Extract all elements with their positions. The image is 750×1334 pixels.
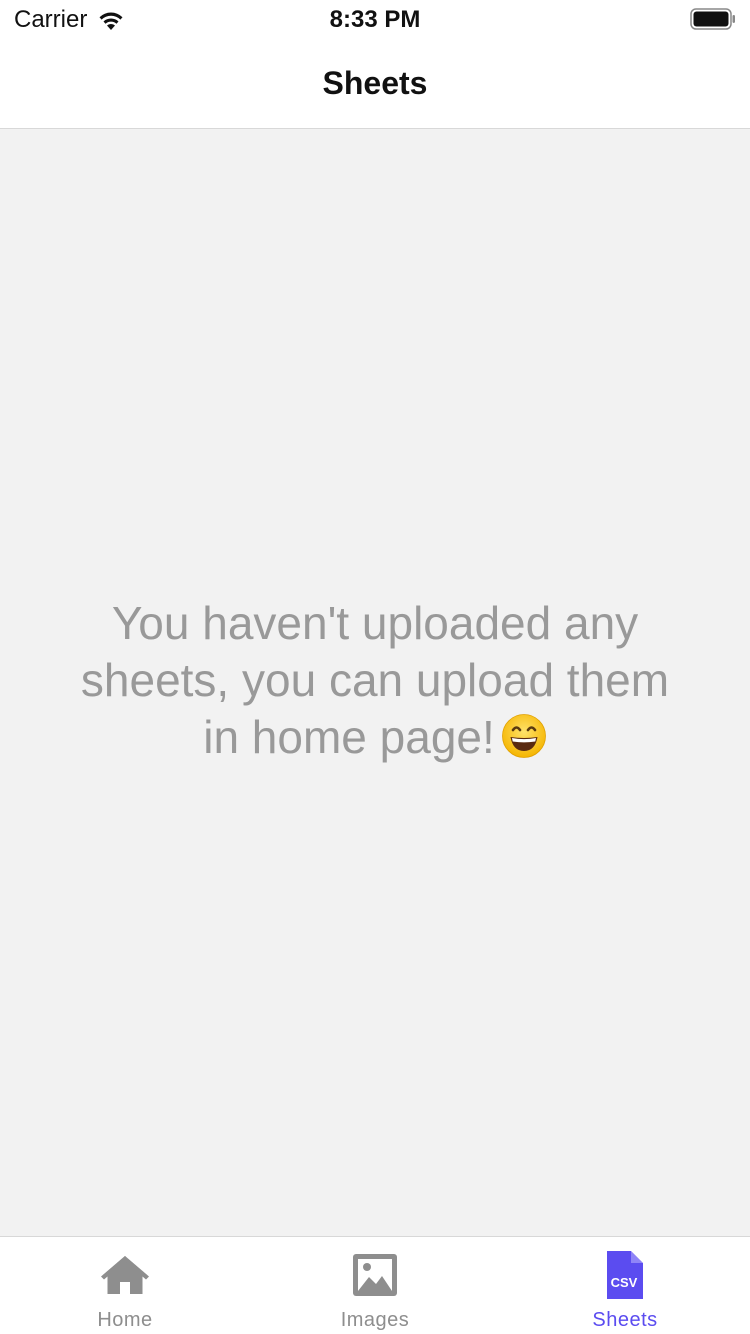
image-icon <box>349 1249 401 1301</box>
tab-home-label: Home <box>97 1309 153 1331</box>
tab-home[interactable]: Home <box>0 1237 250 1334</box>
tab-sheets[interactable]: CSV Sheets <box>500 1237 750 1334</box>
csv-file-icon: CSV <box>599 1249 651 1301</box>
status-bar: Carrier 8:33 PM <box>0 0 750 40</box>
page-title: Sheets <box>322 64 428 101</box>
app-screen: Carrier 8:33 PM Sheets You haven't uploa… <box>0 0 750 1334</box>
main-content: You haven't uploaded any sheets, you can… <box>0 129 750 1236</box>
tab-images-label: Images <box>340 1309 410 1331</box>
empty-state-message: You haven't uploaded any sheets, you can… <box>65 595 685 766</box>
battery-icon <box>690 8 735 30</box>
status-time: 8:33 PM <box>329 6 421 33</box>
tab-bar: Home Images CSV Sheets <box>0 1236 750 1334</box>
tab-sheets-label: Sheets <box>592 1309 658 1331</box>
empty-state-text: You haven't uploaded any sheets, you can… <box>80 597 670 763</box>
csv-icon-text: CSV <box>611 1275 638 1290</box>
grinning-face-icon <box>501 714 546 758</box>
navigation-header: Sheets <box>0 40 750 129</box>
home-icon <box>99 1249 151 1301</box>
tab-images[interactable]: Images <box>250 1237 500 1334</box>
